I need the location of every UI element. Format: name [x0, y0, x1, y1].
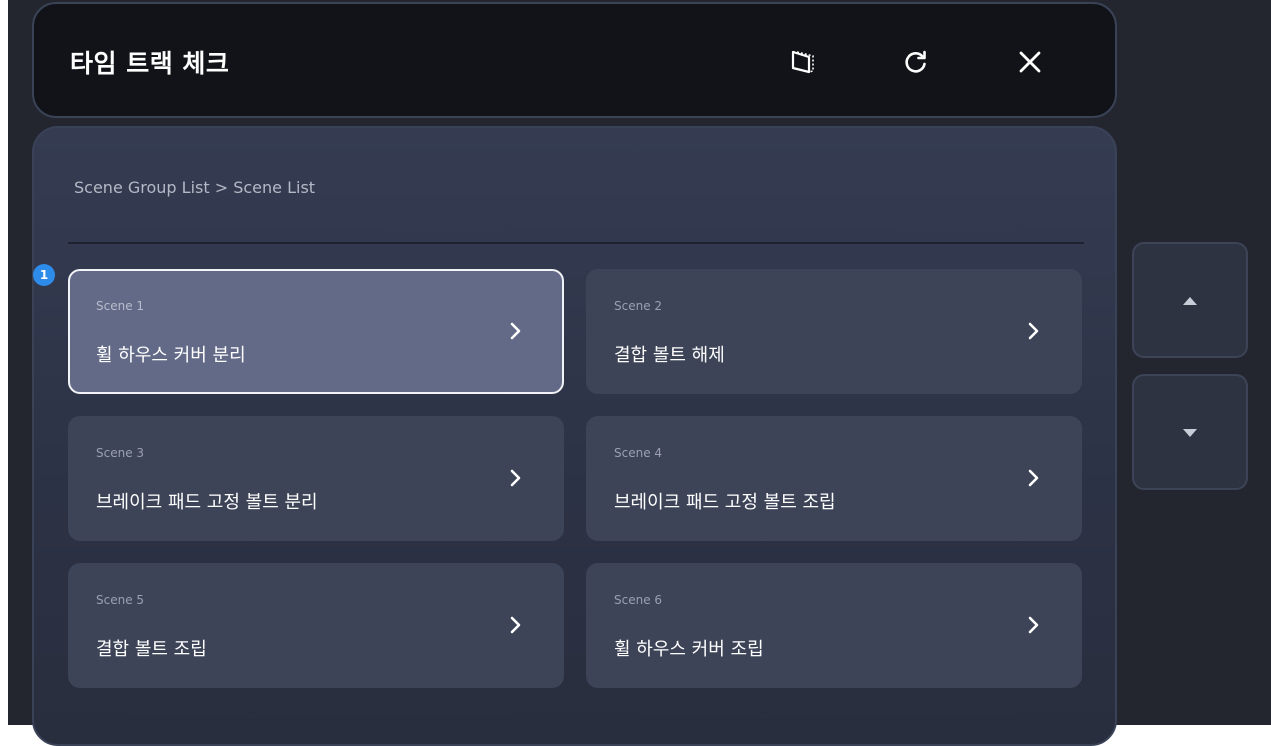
chevron-right-icon [1026, 615, 1042, 635]
scene-card-5[interactable]: Scene 5 결합 볼트 조립 [68, 563, 564, 688]
refresh-icon [902, 48, 930, 76]
scene-label: Scene 3 [96, 446, 145, 460]
frame-button[interactable] [780, 40, 824, 84]
scene-card-1[interactable]: Scene 1 휠 하우스 커버 분리 [68, 269, 564, 394]
chevron-right-icon [508, 321, 524, 341]
scene-list-panel: Scene Group List > Scene List Scene 1 휠 … [32, 126, 1117, 746]
scene-label: Scene 4 [614, 446, 663, 460]
scene-card-6[interactable]: Scene 6 휠 하우스 커버 조립 [586, 563, 1082, 688]
scene-label: Scene 2 [614, 299, 663, 313]
close-button[interactable] [1008, 40, 1052, 84]
refresh-button[interactable] [894, 40, 938, 84]
chevron-right-icon [1026, 321, 1042, 341]
scene-title: 브레이크 패드 고정 볼트 분리 [96, 492, 318, 513]
header-bar: 타임 트랙 체크 [32, 2, 1117, 118]
close-icon [1017, 49, 1043, 75]
scroll-down-icon [1182, 423, 1198, 442]
scroll-up-icon [1182, 291, 1198, 310]
chevron-right-icon [1026, 468, 1042, 488]
scene-label: Scene 6 [614, 593, 663, 607]
scene-card-4[interactable]: Scene 4 브레이크 패드 고정 볼트 조립 [586, 416, 1082, 541]
scene-title: 휠 하우스 커버 분리 [96, 345, 246, 366]
scene-title: 결합 볼트 조립 [96, 639, 207, 660]
scene-label: Scene 5 [96, 593, 145, 607]
frame-icon [787, 47, 817, 77]
app-window: 타임 트랙 체크 Scene Group List > Scene List S… [8, 0, 1271, 746]
scene-label: Scene 1 [96, 299, 145, 313]
scene-title: 휠 하우스 커버 조립 [614, 639, 764, 660]
divider [68, 242, 1084, 244]
scroll-down-button[interactable] [1132, 374, 1248, 490]
scroll-up-button[interactable] [1132, 242, 1248, 358]
breadcrumb: Scene Group List > Scene List [74, 178, 316, 197]
scene-title: 결합 볼트 해제 [614, 345, 725, 366]
scene-card-3[interactable]: Scene 3 브레이크 패드 고정 볼트 분리 [68, 416, 564, 541]
scene-card-2[interactable]: Scene 2 결합 볼트 해제 [586, 269, 1082, 394]
chevron-right-icon [508, 468, 524, 488]
chevron-right-icon [508, 615, 524, 635]
page-title: 타임 트랙 체크 [70, 49, 230, 78]
selection-badge: 1 [33, 264, 55, 286]
scene-title: 브레이크 패드 고정 볼트 조립 [614, 492, 836, 513]
